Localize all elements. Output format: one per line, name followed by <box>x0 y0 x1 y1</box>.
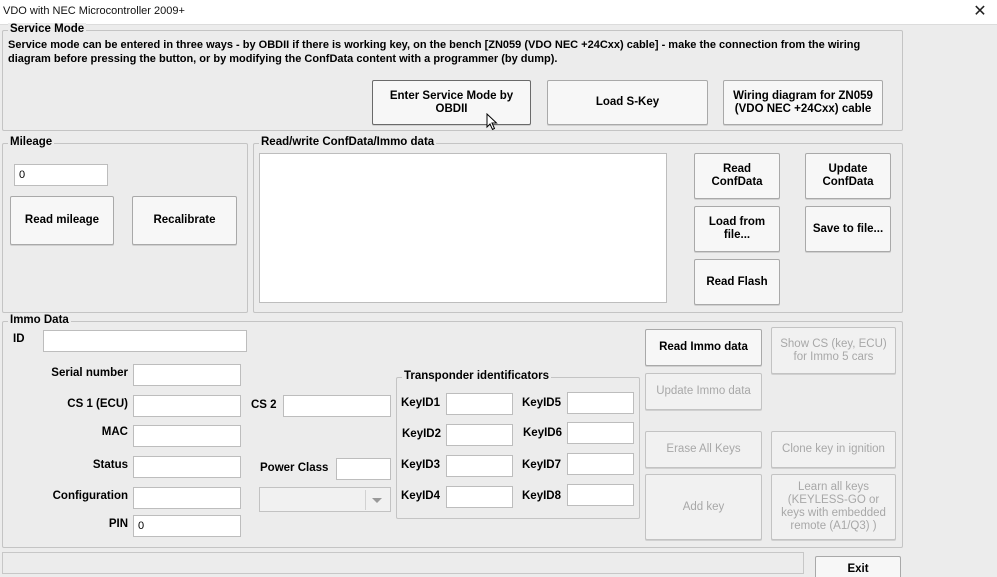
update-confdata-button[interactable]: Update ConfData <box>805 153 891 199</box>
read-flash-button[interactable]: Read Flash <box>694 259 780 305</box>
keyid7-label: KeyID7 <box>522 459 561 471</box>
keyid5-label: KeyID5 <box>522 397 561 409</box>
wiring-diagram-button[interactable]: Wiring diagram for ZN059 (VDO NEC +24Cxx… <box>723 80 883 125</box>
keyid3-label: KeyID3 <box>401 459 440 471</box>
confdata-legend: Read/write ConfData/Immo data <box>259 136 437 148</box>
clone-key-button[interactable]: Clone key in ignition <box>771 431 896 468</box>
pin-input[interactable] <box>133 515 241 537</box>
chevron-down-icon[interactable] <box>365 490 388 510</box>
keyid7-input[interactable] <box>567 453 634 475</box>
keyid2-input[interactable] <box>446 424 513 446</box>
add-key-button[interactable]: Add key <box>645 474 762 540</box>
save-to-file-button[interactable]: Save to file... <box>805 206 891 252</box>
read-mileage-button[interactable]: Read mileage <box>10 196 114 245</box>
read-immo-data-button[interactable]: Read Immo data <box>645 329 762 366</box>
keyid1-input[interactable] <box>446 393 513 415</box>
pin-label: PIN <box>108 518 128 530</box>
power-class-input[interactable] <box>336 458 391 480</box>
title-bar: VDO with NEC Microcontroller 2009+ ✕ <box>0 0 997 25</box>
keyid4-input[interactable] <box>446 486 513 508</box>
close-icon[interactable]: ✕ <box>969 1 991 23</box>
keyid3-input[interactable] <box>446 455 513 477</box>
service-mode-legend: Service Mode <box>8 23 87 35</box>
configuration-input[interactable] <box>133 487 241 509</box>
keyid5-input[interactable] <box>567 392 634 414</box>
power-class-select[interactable] <box>259 487 391 512</box>
id-label: ID <box>13 333 25 345</box>
cs2-label: CS 2 <box>251 399 277 411</box>
window-title: VDO with NEC Microcontroller 2009+ <box>3 5 185 17</box>
mac-label: MAC <box>101 426 128 438</box>
update-immo-data-button[interactable]: Update Immo data <box>645 373 762 410</box>
mouse-cursor-icon <box>486 113 498 131</box>
enter-service-mode-button[interactable]: Enter Service Mode by OBDII <box>372 80 531 125</box>
cs2-input[interactable] <box>283 395 391 417</box>
cs1-label: CS 1 (ECU) <box>67 398 128 410</box>
keyid6-label: KeyID6 <box>523 427 562 439</box>
status-label: Status <box>92 459 128 471</box>
load-from-file-button[interactable]: Load from file... <box>694 206 780 252</box>
keyid1-label: KeyID1 <box>401 397 440 409</box>
transponder-legend: Transponder identificators <box>402 370 552 382</box>
immo-data-legend: Immo Data <box>8 314 71 326</box>
read-confdata-button[interactable]: Read ConfData <box>694 153 780 199</box>
id-input[interactable] <box>43 330 247 352</box>
keyid6-input[interactable] <box>567 422 634 444</box>
erase-all-keys-button[interactable]: Erase All Keys <box>645 431 762 468</box>
serial-number-input[interactable] <box>133 364 241 386</box>
cs1-input[interactable] <box>133 395 241 417</box>
keyid4-label: KeyID4 <box>401 490 440 502</box>
mac-input[interactable] <box>133 425 241 447</box>
service-mode-description: Service mode can be entered in three way… <box>8 39 861 65</box>
load-skey-button[interactable]: Load S-Key <box>547 80 708 125</box>
mileage-input[interactable] <box>14 164 108 186</box>
recalibrate-button[interactable]: Recalibrate <box>132 196 237 245</box>
exit-button[interactable]: Exit <box>815 556 901 577</box>
status-bar <box>2 552 804 574</box>
mileage-legend: Mileage <box>8 136 55 148</box>
confdata-textarea[interactable] <box>259 153 667 303</box>
power-class-label: Power Class <box>260 462 329 474</box>
keyid2-label: KeyID2 <box>402 428 441 440</box>
show-cs-button[interactable]: Show CS (key, ECU) for Immo 5 cars <box>771 327 896 374</box>
learn-all-keys-button[interactable]: Learn all keys (KEYLESS-GO or keys with … <box>771 474 896 540</box>
keyid8-label: KeyID8 <box>522 490 561 502</box>
status-input[interactable] <box>133 456 241 478</box>
configuration-label: Configuration <box>52 490 128 502</box>
keyid8-input[interactable] <box>567 484 634 506</box>
serial-number-label: Serial number <box>51 367 128 379</box>
